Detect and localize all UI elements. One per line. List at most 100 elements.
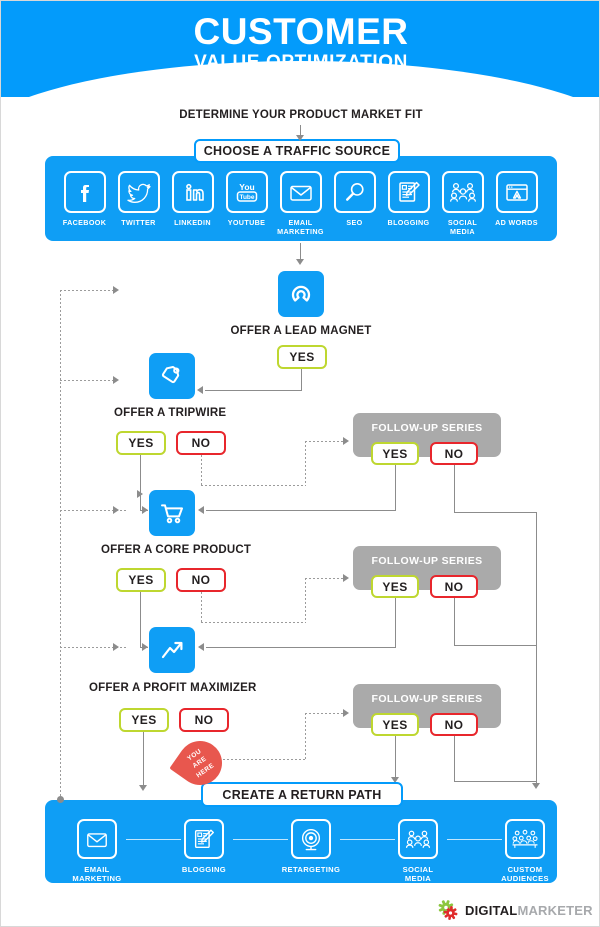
dotted-pm-no-up [305,713,306,760]
connector-fu2-no-right [454,645,537,646]
return-cell-email-marketing[interactable]: EMAIL MARKETING [67,819,127,884]
facebook-icon [63,171,106,213]
arrow-right-rail-magnet [113,286,119,294]
digitalmarketer-logo: DIGITAL MARKETER [437,899,593,921]
arrow-left-fu1-to-cart [198,506,204,514]
return-label: EMAIL MARKETING [72,865,122,884]
return-link-3 [340,839,395,840]
arrow-down-right-rail [532,783,540,789]
arrow-down-pm-yes [139,785,147,791]
traffic-label: LINKEDIN [174,218,211,227]
tripwire-no-chip[interactable]: NO [176,431,226,455]
followup-1-yes-chip[interactable]: YES [371,442,419,465]
connector-fu3-no-right [454,781,537,782]
arrow-right-rail-core [113,506,119,514]
traffic-cell-email-marketing[interactable]: EMAIL MARKETING [277,171,324,236]
traffic-label: AD WORDS [495,218,538,227]
dotted-tw-no-up [305,441,306,486]
traffic-cell-social-media[interactable]: SOCIAL MEDIA [439,171,486,236]
envelope-icon [77,819,117,859]
arrow-right-rail-profit [113,643,119,651]
envelope-icon [279,171,322,213]
linkedin-icon [171,171,214,213]
connector-fu3-yes-down [395,736,396,780]
youtube-icon: You Tube [225,171,268,213]
connector-fu1-yes-down [395,465,396,510]
lead-magnet-tile[interactable] [278,271,324,317]
traffic-label: YOUTUBE [227,218,266,227]
return-cell-social-media[interactable]: SOCIAL MEDIA [388,819,448,884]
followup-3-no-chip[interactable]: NO [430,713,478,736]
return-label: BLOGGING [181,865,227,874]
twitter-icon [117,171,160,213]
traffic-cell-twitter[interactable]: TWITTER [115,171,162,227]
traffic-label: SEO [346,218,363,227]
page-title: CUSTOMER [193,11,409,52]
arrow-right-followup-1 [343,437,349,445]
connector-pm-yes-down [143,732,144,788]
connector-fu2-yes-down [395,598,396,647]
traffic-cell-youtube[interactable]: You Tube YOUTUBE [223,171,270,227]
arrow-left-fu2-to-profit [198,643,204,651]
followup-title: FOLLOW-UP SERIES [371,555,483,567]
page-subtitle: VALUE OPTIMIZATION [194,52,408,73]
return-label: RETARGETING [281,865,341,874]
price-tag-icon [161,366,180,384]
arrow-right-to-cart [142,506,148,514]
core-product-no-chip[interactable]: NO [176,568,226,592]
dotted-cp-no-down [201,592,202,623]
adwords-browser-icon [495,171,538,213]
arrow-right-rail-tripwire [113,376,119,384]
followup-2-yes-chip[interactable]: YES [371,575,419,598]
dotted-left-rail [60,290,61,800]
followup-1-no-chip[interactable]: NO [430,442,478,465]
magnet-icon [291,285,311,302]
dotted-tw-no-right [201,485,306,486]
tripwire-tile[interactable] [149,353,195,399]
connector-tw-yes-vert [140,455,141,511]
return-cell-retargeting[interactable]: RETARGETING [281,819,341,874]
return-cell-blogging[interactable]: BLOGGING [174,819,234,874]
connector-lm-yes-left [205,390,302,391]
audience-icon [505,819,545,859]
tripwire-yes-chip[interactable]: YES [116,431,166,455]
profit-maximizer-no-chip[interactable]: NO [179,708,229,732]
tripwire-title: OFFER A TRIPWIRE [114,407,227,419]
blog-pencil-icon [184,819,224,859]
return-link-4 [447,839,502,840]
traffic-cell-blogging[interactable]: BLOGGING [385,171,432,227]
arrow-down-to-magnet [296,259,304,265]
traffic-label: FACEBOOK [62,218,107,227]
infographic-page: CUSTOMER VALUE OPTIMIZATION DETERMINE YO… [0,0,600,927]
connector-fu1-yes-left [206,510,396,511]
svg-text:Tube: Tube [239,194,254,201]
connector-fu2-no-down [454,598,455,646]
traffic-cell-facebook[interactable]: FACEBOOK [61,171,108,227]
core-product-yes-chip[interactable]: YES [116,568,166,592]
profit-maximizer-yes-chip[interactable]: YES [119,708,169,732]
dotted-tw-no-down [201,455,202,486]
traffic-cell-seo[interactable]: SEO [331,171,378,227]
profit-maximizer-tile[interactable] [149,627,195,673]
create-return-path-box[interactable]: CREATE A RETURN PATH [201,782,403,807]
arrow-right-to-profit [142,643,148,651]
logo-text-bold: DIGITAL [465,902,518,918]
connector-lm-yes-down [301,369,302,391]
connector-fu1-no-down [454,465,455,513]
traffic-label: TWITTER [121,218,156,227]
lead-magnet-title: OFFER A LEAD MAGNET [230,325,372,337]
profit-maximizer-title: OFFER A PROFIT MAXIMIZER [89,682,257,694]
followup-3-yes-chip[interactable]: YES [371,713,419,736]
dotted-left-to-magnet [60,290,115,291]
arrow-left-to-tripwire [197,386,203,394]
traffic-cell-ad-words[interactable]: AD WORDS [493,171,540,227]
traffic-cell-linkedin[interactable]: LINKEDIN [169,171,216,227]
followup-2-no-chip[interactable]: NO [430,575,478,598]
target-icon [291,819,331,859]
gear-logo-icon [438,900,458,920]
return-link-1 [126,839,181,840]
choose-traffic-source-box[interactable]: CHOOSE A TRAFFIC SOURCE [194,139,400,163]
lead-magnet-yes-chip[interactable]: YES [277,345,327,369]
core-product-tile[interactable] [149,490,195,536]
return-cell-custom-audiences[interactable]: CUSTOM AUDIENCES [495,819,555,884]
